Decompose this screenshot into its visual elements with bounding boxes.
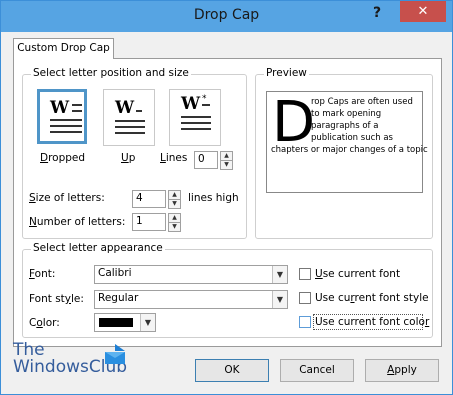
use-current-color-checkbox[interactable] — [299, 316, 311, 328]
chevron-down-icon[interactable]: ▼ — [140, 314, 155, 331]
color-select[interactable]: ▼ — [94, 313, 156, 332]
position-group: Select letter position and size W Droppe… — [22, 67, 247, 239]
preview-group: Preview D rop Caps are often used to mar… — [255, 67, 433, 239]
up-option[interactable]: W — [103, 89, 155, 146]
preview-line: rop Caps are often used — [311, 97, 413, 107]
up-w-icon: W — [115, 98, 135, 118]
ok-button[interactable]: OK — [195, 359, 269, 382]
appearance-group-title: Select letter appearance — [31, 242, 165, 254]
font-label: Font: — [29, 268, 56, 280]
use-current-style-checkbox[interactable] — [299, 292, 311, 304]
spin-down-icon[interactable]: ▼ — [220, 160, 233, 170]
chevron-down-icon[interactable]: ▼ — [272, 291, 287, 308]
lines-star-icon: * — [202, 94, 207, 104]
lines-option[interactable]: W * — [169, 89, 221, 146]
preview-line: chapters or major changes of a topic — [271, 145, 428, 155]
windowsclub-logo-icon — [105, 344, 125, 364]
lines-w-icon: W — [181, 94, 201, 114]
cancel-button[interactable]: Cancel — [280, 359, 354, 382]
font-value: Calibri — [98, 267, 132, 279]
font-style-select[interactable]: Regular ▼ — [94, 290, 288, 309]
dialog-title: Drop Cap — [193, 7, 260, 23]
dropped-w-icon: W — [50, 98, 70, 118]
color-label: Color: — [29, 317, 60, 329]
dropped-label: Dropped — [40, 152, 86, 164]
chevron-down-icon[interactable]: ▼ — [272, 266, 287, 283]
title-bar: Drop Cap ? ✕ — [1, 1, 452, 32]
help-button[interactable]: ? — [373, 5, 381, 21]
appearance-group: Select letter appearance Font: Calibri ▼… — [22, 242, 433, 338]
use-current-font-label: Use current font — [315, 268, 401, 280]
preview-line: paragraphs of a — [311, 121, 379, 131]
preview-box: D rop Caps are often used to mark openin… — [266, 90, 428, 193]
use-current-style-label: Use current font style — [315, 292, 429, 304]
number-input[interactable]: 1 — [132, 213, 166, 231]
preview-dropcap: D — [272, 90, 316, 155]
font-style-label: Font style: — [29, 293, 84, 305]
lines-high-label: lines high — [188, 192, 239, 204]
color-swatch — [99, 318, 133, 327]
preview-line: to mark opening — [311, 109, 382, 119]
size-label: Size of letters: — [29, 192, 105, 204]
close-button[interactable]: ✕ — [400, 1, 446, 22]
tab-custom-drop-cap[interactable]: Custom Drop Cap — [13, 38, 114, 59]
dropped-option[interactable]: W — [37, 89, 87, 144]
up-label: Up — [121, 152, 136, 164]
lines-input[interactable]: 0 — [194, 151, 218, 169]
position-group-title: Select letter position and size — [31, 67, 191, 79]
font-style-value: Regular — [98, 292, 139, 304]
tab-panel: Select letter position and size W Droppe… — [13, 58, 442, 347]
use-current-font-checkbox[interactable] — [299, 268, 311, 280]
preview-line: publication such as — [311, 133, 393, 143]
number-spinner[interactable]: ▲ ▼ — [168, 213, 181, 232]
lines-label: Lines — [160, 152, 188, 164]
preview-title: Preview — [264, 67, 309, 79]
lines-spinner[interactable]: ▲ ▼ — [220, 151, 233, 170]
font-select[interactable]: Calibri ▼ — [94, 265, 288, 284]
spin-down-icon[interactable]: ▼ — [168, 222, 181, 232]
size-input[interactable]: 4 — [132, 190, 166, 208]
drop-cap-dialog: Drop Cap ? ✕ Custom Drop Cap Select lett… — [0, 0, 453, 395]
size-spinner[interactable]: ▲ ▼ — [168, 190, 181, 209]
use-current-color-label: Use current font color — [315, 316, 430, 328]
spin-down-icon[interactable]: ▼ — [168, 199, 181, 209]
apply-button[interactable]: Apply — [365, 359, 439, 382]
number-label: Number of letters: — [29, 216, 126, 228]
